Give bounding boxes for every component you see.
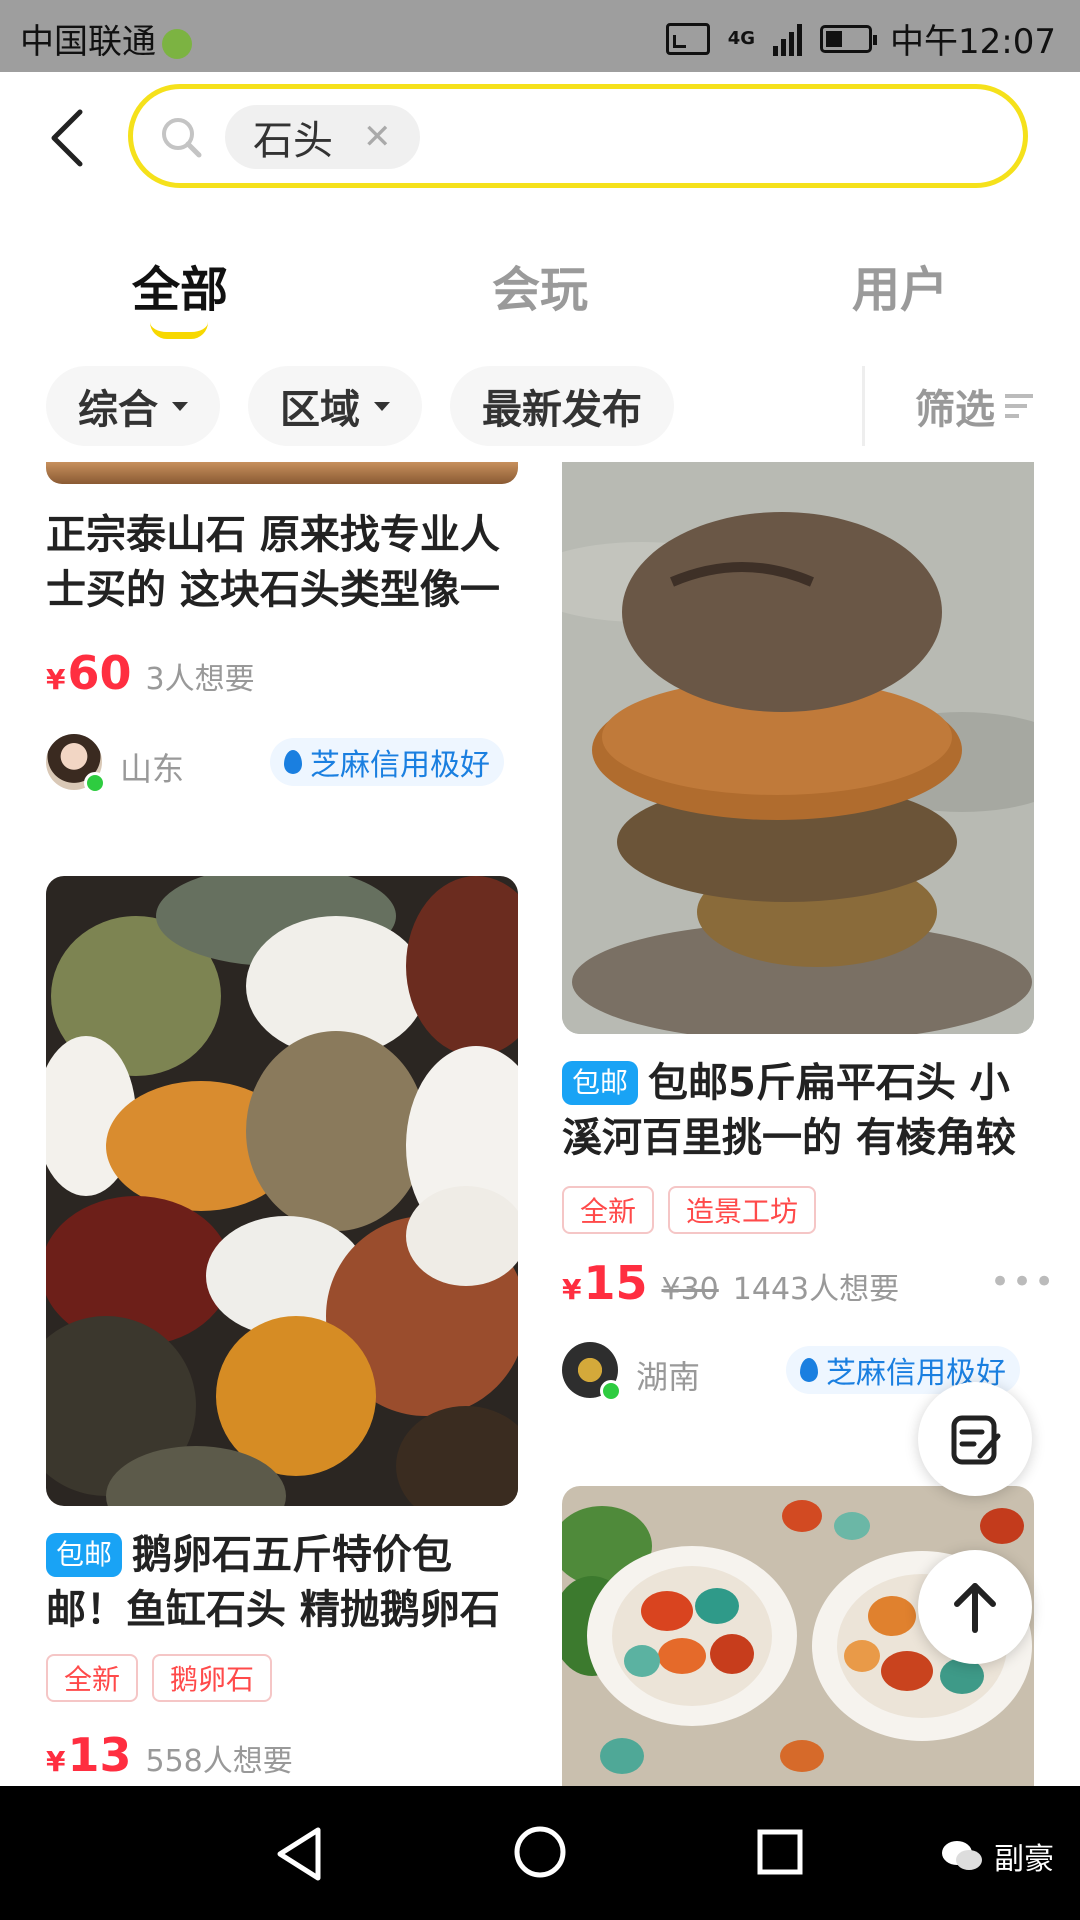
post-button[interactable] [918, 1382, 1032, 1496]
tag-row: 全新 造景工坊 [562, 1186, 817, 1234]
nav-home-icon[interactable] [512, 1824, 568, 1880]
filter-icon [1005, 394, 1033, 418]
tag-shop: 造景工坊 [668, 1186, 817, 1234]
product-price: ¥13 [46, 1728, 132, 1782]
arrow-up-icon [954, 1583, 996, 1633]
clear-query-icon[interactable]: ✕ [363, 117, 392, 157]
carrier-badge-icon [162, 28, 192, 59]
price-row: ¥13 558人想要 [46, 1728, 293, 1782]
dropdown-caret-icon [172, 401, 188, 411]
seller-location: 山东 [120, 750, 185, 788]
price-row: ¥15 ¥30 1443人想要 [562, 1256, 899, 1310]
tab-all[interactable]: 全部 [132, 250, 228, 320]
online-indicator [84, 772, 106, 794]
credit-badge: 芝麻信用极好 [270, 738, 504, 786]
search-query-text: 石头 [253, 118, 333, 164]
region-dropdown[interactable]: 区域 [248, 366, 422, 446]
product-price: ¥60 [46, 646, 132, 700]
dropdown-caret-icon [374, 401, 390, 411]
system-nav-bar: 副豪 [0, 1786, 1080, 1920]
tab-users[interactable]: 用户 [852, 250, 948, 320]
product-title[interactable]: 包邮 包邮5斤扁平石头 小溪河百里挑一的 有棱角较 [562, 1056, 1034, 1166]
sort-dropdown[interactable]: 综合 [46, 366, 220, 446]
search-box[interactable]: 石头 ✕ [128, 84, 1028, 188]
status-bar: 中国联通 4G 中午12:07 [0, 0, 1080, 72]
free-shipping-badge: 包邮 [562, 1061, 639, 1105]
free-shipping-badge: 包邮 [46, 1533, 123, 1577]
search-icon [162, 118, 202, 158]
product-image[interactable] [562, 462, 1034, 1034]
more-options-icon[interactable]: ••• [990, 1262, 1056, 1302]
want-count: 1443人想要 [732, 1272, 900, 1307]
clock: 中午12:07 [890, 22, 1056, 62]
sesame-credit-icon [284, 750, 302, 774]
product-price: ¥15 [562, 1256, 648, 1310]
product-image[interactable] [46, 876, 518, 1506]
sesame-credit-icon [800, 1358, 818, 1382]
battery-icon [820, 24, 878, 53]
carrier-label: 中国联通 [20, 14, 192, 63]
original-price: ¥30 [661, 1272, 719, 1307]
back-button[interactable] [48, 108, 98, 168]
tag-category: 鹅卵石 [152, 1654, 273, 1702]
chevron-left-icon [51, 109, 83, 167]
product-title[interactable]: 包邮 鹅卵石五斤特价包邮！鱼缸石头 精抛鹅卵石 [46, 1528, 518, 1638]
tag-row: 全新 鹅卵石 [46, 1654, 273, 1702]
product-title[interactable]: 正宗泰山石 原来找专业人士买的 这块石头类型像一 [46, 508, 518, 618]
search-query-chip[interactable]: 石头 ✕ [225, 105, 420, 169]
watermark: 副豪 [940, 1834, 1054, 1878]
nav-back-icon[interactable] [274, 1826, 324, 1882]
back-to-top-button[interactable] [918, 1550, 1032, 1664]
nav-recents-icon[interactable] [756, 1828, 804, 1876]
tag-new: 全新 [46, 1654, 139, 1702]
status-icons: 4G 中午12:07 [665, 14, 1056, 63]
active-tab-indicator [150, 322, 208, 339]
product-image[interactable] [46, 462, 518, 484]
tag-new: 全新 [562, 1186, 655, 1234]
seller-location: 湖南 [636, 1358, 701, 1396]
online-indicator [600, 1380, 622, 1402]
edit-note-icon [951, 1415, 1001, 1465]
tab-play[interactable]: 会玩 [492, 250, 588, 320]
want-count: 3人想要 [145, 662, 255, 697]
network-type: 4G [727, 28, 756, 49]
want-count: 558人想要 [145, 1744, 293, 1779]
latest-button[interactable]: 最新发布 [450, 366, 674, 446]
cast-icon [665, 22, 710, 55]
wechat-icon [942, 1841, 982, 1870]
signal-icon [773, 22, 803, 56]
price-row: ¥60 3人想要 [46, 646, 255, 700]
filter-button[interactable]: 筛选 [862, 366, 1080, 446]
